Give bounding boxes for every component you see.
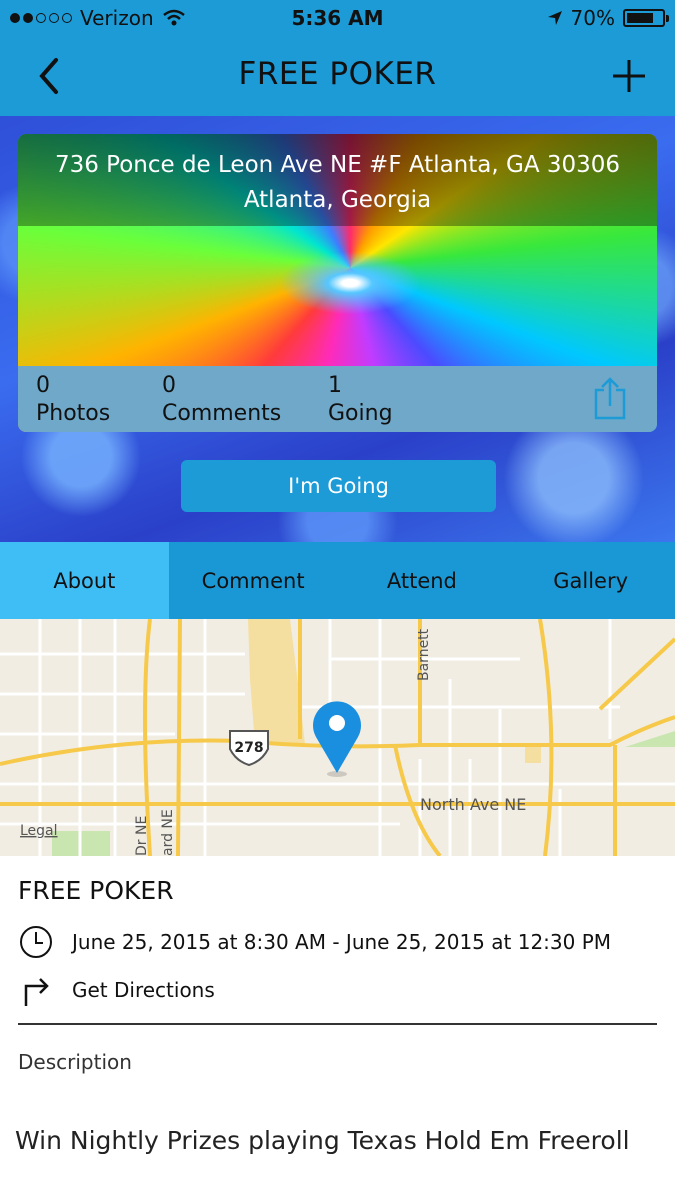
map-label-north-ave: North Ave NE	[420, 795, 526, 814]
stat-going[interactable]: 1 Going	[328, 372, 393, 428]
page-title: FREE POKER	[238, 56, 437, 92]
tab-comment[interactable]: Comment	[169, 542, 338, 619]
description-text: Win Nightly Prizes playing Texas Hold Em…	[15, 1126, 630, 1155]
stat-going-count: 1	[328, 373, 342, 398]
clock-icon	[20, 926, 52, 958]
stat-comments-count: 0	[162, 373, 176, 398]
map-label-dr-ne: Dr NE	[134, 816, 150, 856]
event-datetime-row: June 25, 2015 at 8:30 AM - June 25, 2015…	[18, 924, 611, 960]
event-banner-card: 736 Ponce de Leon Ave NE #F Atlanta, GA …	[18, 134, 657, 432]
status-bar: Verizon 5:36 AM 70%	[0, 0, 675, 38]
plus-icon[interactable]	[609, 56, 649, 96]
event-datetime: June 25, 2015 at 8:30 AM - June 25, 2015…	[72, 930, 612, 954]
map-label-barnett: Barnett	[416, 628, 432, 681]
im-going-button[interactable]: I'm Going	[181, 460, 496, 512]
nav-bar: FREE POKER	[0, 38, 675, 116]
stats-bar: 0 Photos 0 Comments 1 Going	[18, 366, 657, 432]
map-legal-link[interactable]: Legal	[20, 823, 58, 839]
tab-about[interactable]: About	[0, 542, 169, 619]
top-bar: Verizon 5:36 AM 70% FREE POKER	[0, 0, 675, 116]
address-line-2: Atlanta, Georgia	[243, 187, 432, 213]
event-details: FREE POKER June 25, 2015 at 8:30 AM - Ju…	[0, 856, 675, 1200]
event-hero: 736 Ponce de Leon Ave NE #F Atlanta, GA …	[0, 116, 675, 542]
map-area-yellow	[248, 619, 305, 744]
tab-bar: About Comment Attend Gallery	[0, 542, 675, 619]
get-directions-row[interactable]: Get Directions	[18, 972, 215, 1008]
tab-gallery[interactable]: Gallery	[506, 542, 675, 619]
stat-comments-label: Comments	[162, 401, 282, 426]
map-area-small	[525, 745, 541, 763]
stat-photos-count: 0	[36, 373, 50, 398]
route-shield: 278	[229, 730, 269, 767]
event-title: FREE POKER	[18, 876, 174, 905]
battery-label: 70%	[570, 6, 615, 30]
event-address: 736 Ponce de Leon Ave NE #F Atlanta, GA …	[18, 148, 657, 218]
status-right: 70%	[547, 6, 669, 30]
route-shield-label: 278	[234, 740, 263, 756]
description-label: Description	[18, 1050, 132, 1074]
turn-right-arrow-icon	[24, 978, 49, 1006]
address-line-1: 736 Ponce de Leon Ave NE #F Atlanta, GA …	[54, 152, 621, 178]
tab-attend[interactable]: Attend	[338, 542, 507, 619]
stat-comments[interactable]: 0 Comments	[162, 372, 281, 428]
get-directions-link[interactable]: Get Directions	[72, 978, 215, 1002]
stat-going-label: Going	[328, 401, 393, 426]
stat-photos-label: Photos	[36, 401, 111, 426]
map-streets: 278 North Ave NE Barnett Dr NE ard NE Le…	[0, 619, 675, 856]
stat-photos[interactable]: 0 Photos	[36, 372, 110, 428]
event-map[interactable]: 278 North Ave NE Barnett Dr NE ard NE Le…	[0, 619, 675, 856]
map-pin-icon[interactable]	[313, 701, 361, 777]
details-divider	[18, 1023, 657, 1025]
share-icon[interactable]	[593, 376, 627, 420]
battery-icon	[623, 9, 669, 27]
location-arrow-icon	[547, 11, 562, 25]
map-label-ard-ne: ard NE	[160, 809, 176, 856]
